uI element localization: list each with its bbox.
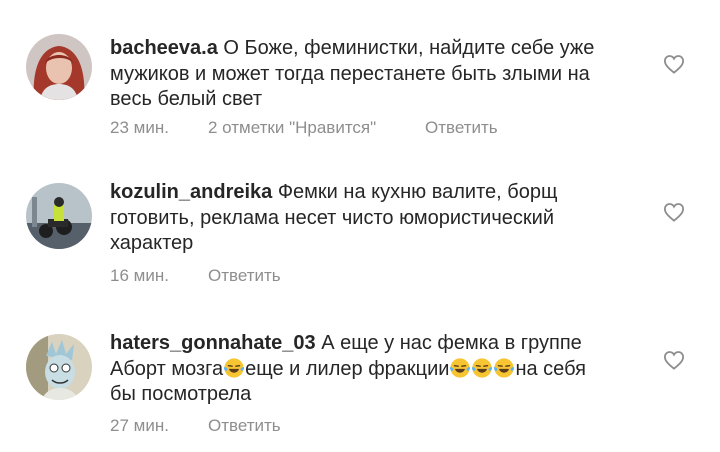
face-with-tears-of-joy-emoji — [494, 357, 515, 378]
comment-text: bacheeva.a О Боже, феминистки, найдите с… — [110, 36, 630, 113]
avatar[interactable] — [26, 34, 92, 100]
avatar[interactable] — [26, 334, 92, 400]
comment-time: 27 мин. — [110, 416, 169, 435]
face-with-tears-of-joy-emoji — [450, 357, 471, 378]
like-button[interactable] — [663, 54, 685, 74]
comment-item: bacheeva.a О Боже, феминистки, найдите с… — [0, 0, 720, 150]
comment-body-line: весь белый свет — [110, 88, 262, 110]
comment-meta: 16 мин. Ответить — [110, 266, 281, 286]
comment-username[interactable]: kozulin_andreika — [110, 181, 272, 203]
comment-body-line: характер — [110, 232, 194, 254]
comment-item: kozulin_andreika Фемки на кухню валите, … — [0, 150, 720, 298]
comment-body-segment: еще и лилер фракции — [245, 357, 450, 380]
reply-button[interactable]: Ответить — [425, 118, 498, 138]
comment-meta: 23 мин. 2 отметки "Нравится" Ответить — [110, 118, 498, 138]
comment-text: kozulin_andreika Фемки на кухню валите, … — [110, 180, 630, 257]
comment-item: haters_gonnahate_03 А еще у нас фемка в … — [0, 298, 720, 452]
comment-username[interactable]: haters_gonnahate_03 — [110, 332, 316, 354]
face-with-tears-of-joy-emoji — [224, 357, 245, 378]
reply-button[interactable]: Ответить — [208, 266, 281, 286]
like-button[interactable] — [663, 202, 685, 222]
comment-time: 16 мин. — [110, 266, 169, 285]
reply-button[interactable]: Ответить — [208, 416, 281, 436]
comment-body-line: Фемки на кухню валите, борщ — [277, 181, 558, 203]
like-button[interactable] — [663, 350, 685, 370]
avatar[interactable] — [26, 183, 92, 249]
comment-username[interactable]: bacheeva.a — [110, 37, 218, 59]
heart-outline-icon — [663, 351, 685, 370]
heart-outline-icon — [663, 55, 685, 74]
comment-likes-count[interactable]: 2 отметки "Нравится" — [208, 118, 425, 138]
comment-body-line: бы посмотрела — [110, 383, 252, 405]
comment-body-line: А еще у нас фемка в группе — [321, 332, 582, 354]
comment-body-line: мужиков и может тогда перестанете быть з… — [110, 62, 590, 85]
comment-body-segment: Аборт мозга — [110, 357, 224, 380]
comment-body-line: О Боже, феминистки, найдите себе уже — [223, 37, 595, 59]
comment-body-line: готовить, реклама несет чисто юмористиче… — [110, 206, 554, 229]
comment-text: haters_gonnahate_03 А еще у нас фемка в … — [110, 331, 630, 408]
heart-outline-icon — [663, 203, 685, 222]
comment-time: 23 мин. — [110, 118, 169, 137]
comment-meta: 27 мин. Ответить — [110, 416, 281, 436]
comment-body-segment: на себя — [515, 357, 586, 380]
face-with-tears-of-joy-emoji — [472, 357, 493, 378]
